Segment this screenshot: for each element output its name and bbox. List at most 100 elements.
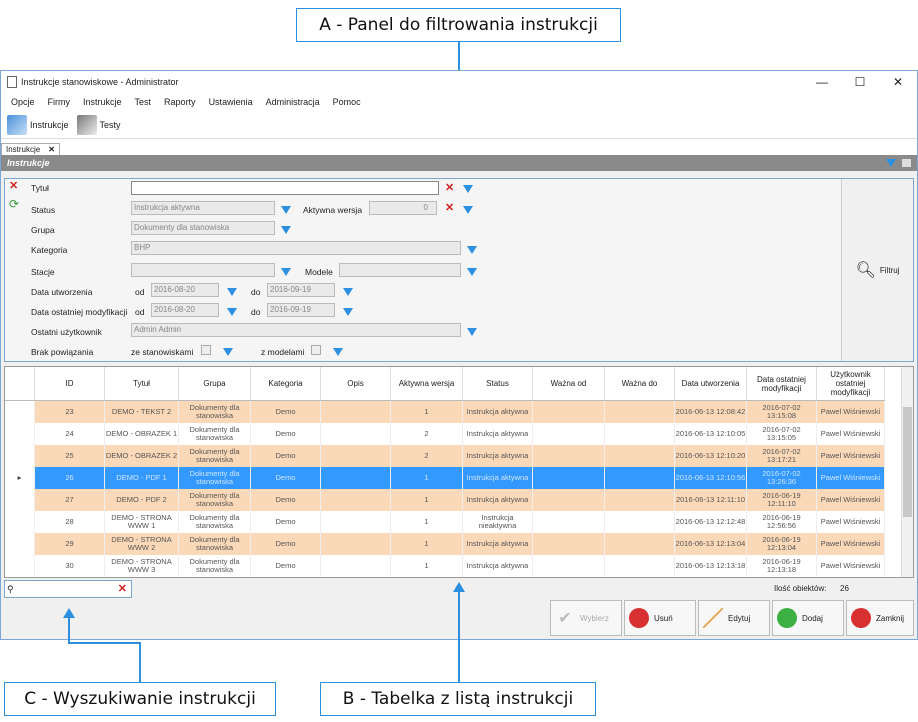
cell-wersja: 2 [391,445,463,467]
wersja-clear-icon[interactable]: ✕ [445,203,456,214]
mod-do-filter-icon[interactable] [343,308,353,316]
close-window-button[interactable]: ✕ [879,75,917,89]
maximize-button[interactable]: ☐ [841,75,879,89]
mod-od-date[interactable]: 2016-08-20 [151,303,219,317]
status-filter-icon[interactable] [281,206,291,214]
col-wazna-od[interactable]: Ważna od [533,367,605,400]
cell-id: 25 [35,445,105,467]
col-opis[interactable]: Opis [321,367,391,400]
search-input[interactable] [14,582,118,596]
search-box[interactable]: ⚲ ✕ [4,580,132,598]
table-row[interactable]: 30 DEMO - STRONA WWW 3 Dokumenty dla stano… [5,555,885,577]
minimize-button[interactable]: — [803,75,841,89]
search-clear-icon[interactable]: ✕ [118,583,127,595]
menu-administracja[interactable]: Administracja [266,97,320,107]
col-wazna-do[interactable]: Ważna do [605,367,675,400]
aktywna-wersja-stepper[interactable]: 0 [369,201,437,215]
wybierz-button[interactable]: ✔ Wybierz [550,600,622,636]
cell-wazna-od [533,445,605,467]
tab-close-icon[interactable]: ✕ [48,145,55,154]
cell-tytul: DEMO - PDF 2 [105,489,179,511]
modele-input[interactable] [339,263,461,277]
z-modelami-checkbox[interactable] [311,345,321,355]
row-header-col [5,367,35,400]
col-aktywna-wersja[interactable]: Aktywna wersja [391,367,463,400]
brak-powiazania-label: Brak powiązania [31,347,94,357]
menu-ustawienia[interactable]: Ustawienia [209,97,253,107]
table-row[interactable]: 25 DEMO - OBRAZEK 2 Dokumenty dla stanowis… [5,445,885,467]
menu-opcje[interactable]: Opcje [11,97,35,107]
utw-do-filter-icon[interactable] [343,288,353,296]
menu-raporty[interactable]: Raporty [164,97,196,107]
table-row[interactable]: 29 DEMO - STRONA WWW 2 Dokumenty dla stano… [5,533,885,555]
refresh-icon[interactable]: ⟳ [9,197,19,211]
tytul-clear-icon[interactable]: ✕ [445,183,456,194]
col-tytul[interactable]: Tytuł [105,367,179,400]
stacje-input[interactable] [131,263,275,277]
stacje-filter-icon[interactable] [281,268,291,276]
mod-od-filter-icon[interactable] [227,308,237,316]
utw-do-date[interactable]: 2016-09-19 [267,283,335,297]
callout-c-line-v2 [139,642,141,682]
kategoria-select[interactable]: BHP [131,241,461,255]
grupa-filter-icon[interactable] [281,226,291,234]
panel-menu-icon[interactable] [902,159,911,167]
kategoria-filter-icon[interactable] [467,246,477,254]
cell-grupa: Dokumenty dla stanowiska [179,423,251,445]
tytul-filter-icon[interactable] [463,185,473,193]
menu-bar: Opcje Firmy Instrukcje Test Raporty Usta… [1,93,917,111]
col-id[interactable]: ID [35,367,105,400]
data-utworzenia-label: Data utworzenia [31,287,93,297]
ostatni-uzytkownik-select[interactable]: Admin Admin [131,323,461,337]
zamknij-button[interactable]: Zamknij [846,600,914,636]
cell-grupa: Dokumenty dla stanowiska [179,511,251,533]
mod-do-date[interactable]: 2016-09-19 [267,303,335,317]
menu-instrukcje[interactable]: Instrukcje [83,97,122,107]
cell-wazna-do [605,533,675,555]
ze-stanowiskami-checkbox[interactable] [201,345,211,355]
clear-filters-icon[interactable]: ✕ [9,181,18,192]
col-grupa[interactable]: Grupa [179,367,251,400]
modele-link-filter-icon[interactable] [333,348,343,356]
toolbar-instrukcje-button[interactable]: Instrukcje [7,114,69,135]
col-status[interactable]: Status [463,367,533,400]
menu-pomoc[interactable]: Pomoc [333,97,361,107]
dodaj-button[interactable]: Dodaj [772,600,844,636]
utw-od-filter-icon[interactable] [227,288,237,296]
cell-modyfikacji: 2016-06-19 12:13:18 [747,555,817,577]
scrollbar-thumb[interactable] [903,407,912,517]
usun-button[interactable]: Usuń [624,600,696,636]
table-row[interactable]: 27 DEMO - PDF 2 Dokumenty dla stanowiska De… [5,489,885,511]
edytuj-button[interactable]: Edytuj [698,600,770,636]
wersja-filter-icon[interactable] [463,206,473,214]
tytul-input[interactable] [131,181,439,195]
cell-tytul: DEMO - STRONA WWW 1 [105,511,179,533]
table-scrollbar[interactable] [901,367,913,577]
modele-filter-icon[interactable] [467,268,477,276]
filter-toggle-icon[interactable] [886,159,896,167]
col-kategoria[interactable]: Kategoria [251,367,321,400]
stanowiska-filter-icon[interactable] [223,348,233,356]
table-row[interactable]: ▸ 26 DEMO - PDF 1 Dokumenty dla stanowiska D… [5,467,885,489]
grupa-select[interactable]: Dokumenty dla stanowiska [131,221,275,235]
toolbar-testy-button[interactable]: Testy [76,114,121,135]
callout-c: C - Wyszukiwanie instrukcji [4,682,276,716]
cell-status: Instrukcja aktywna [463,533,533,555]
table-row[interactable]: 24 DEMO - OBRAZEK 1 Dokumenty dla stanowis… [5,423,885,445]
filtruj-button[interactable]: 🔍︎ Filtruj [841,179,913,361]
col-data-utworzenia[interactable]: Data utworzenia [675,367,747,400]
utw-od-date[interactable]: 2016-08-20 [151,283,219,297]
table-row[interactable]: 28 DEMO - STRONA WWW 1 Dokumenty dla stano… [5,511,885,533]
row-marker [5,489,35,511]
menu-test[interactable]: Test [135,97,152,107]
tab-instrukcje[interactable]: Instrukcje ✕ [1,143,60,155]
col-data-modyfikacji[interactable]: Data ostatniej modyfikacji [747,367,817,400]
ostatni-filter-icon[interactable] [467,328,477,336]
count-value: 26 [840,584,849,593]
col-uzytkownik[interactable]: Użytkownik ostatniej modyfikacji [817,367,885,400]
table-row[interactable]: 23 DEMO - TEKST 2 Dokumenty dla stanowiska… [5,401,885,423]
cell-id: 28 [35,511,105,533]
cell-wazna-do [605,467,675,489]
menu-firmy[interactable]: Firmy [48,97,71,107]
status-select[interactable]: Instrukcja aktywna [131,201,275,215]
